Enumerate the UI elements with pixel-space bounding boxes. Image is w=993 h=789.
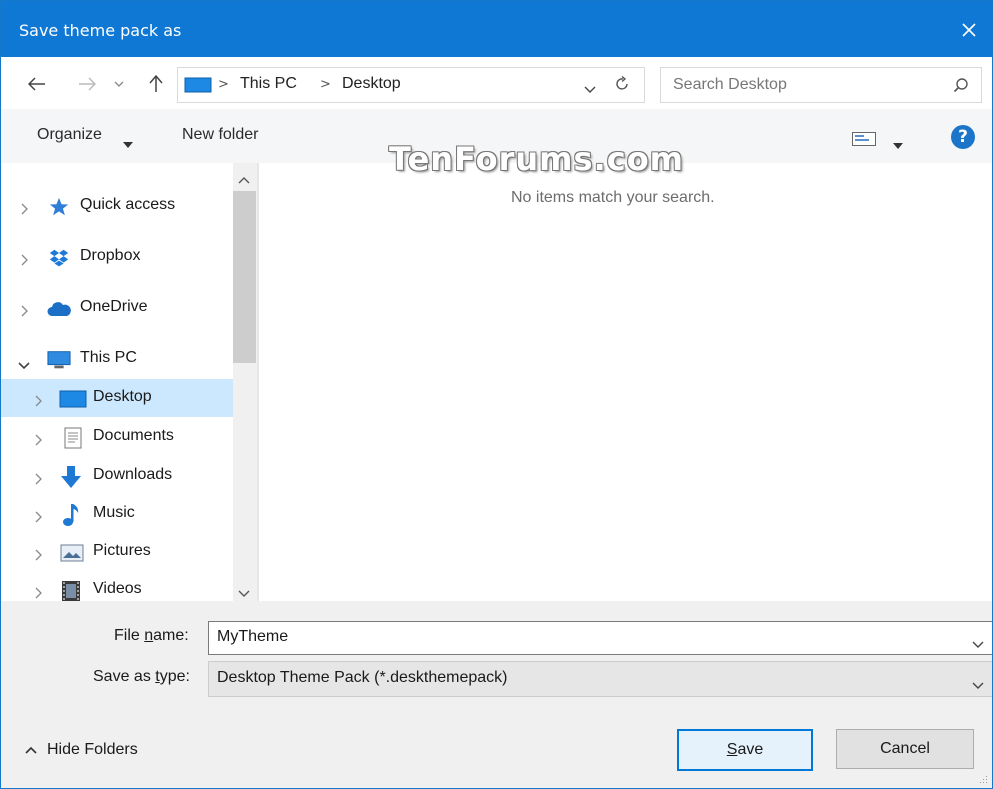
download-arrow-icon	[59, 465, 83, 489]
tree-item-dropbox[interactable]: Dropbox	[1, 238, 233, 276]
chevron-right-icon[interactable]	[35, 392, 43, 411]
chevron-down-icon[interactable]	[18, 355, 30, 374]
tree-item-downloads[interactable]: Downloads	[1, 457, 233, 495]
file-name-input[interactable]: MyTheme	[217, 628, 288, 646]
close-icon	[962, 23, 976, 37]
chevron-right-icon[interactable]	[35, 546, 43, 565]
file-name-label: File name:	[114, 627, 189, 644]
save-form: File name: MyTheme Save as type: Desktop…	[1, 601, 992, 788]
chevron-down-icon[interactable]	[972, 675, 984, 694]
chevron-up-icon	[25, 746, 37, 754]
computer-icon	[184, 77, 212, 93]
save-as-type-label: Save as type:	[93, 668, 190, 685]
close-button[interactable]	[946, 7, 992, 53]
view-options-icon[interactable]	[852, 131, 876, 150]
forward-button[interactable]	[75, 73, 99, 95]
breadcrumb-separator: >	[218, 77, 229, 92]
caret-down-icon[interactable]	[893, 134, 903, 153]
scroll-down-icon[interactable]	[238, 583, 250, 602]
tree-label: Music	[93, 504, 135, 521]
navigation-pane[interactable]: Quick access Dropbox OneDrive This PC De…	[1, 163, 233, 601]
dropbox-icon	[47, 246, 71, 270]
tree-label: Documents	[93, 427, 174, 444]
empty-message: No items match your search.	[511, 189, 715, 206]
save-dialog: Save theme pack as > This PC > Desktop S…	[0, 0, 993, 789]
breadcrumb-desktop[interactable]: Desktop	[342, 75, 401, 93]
tree-label: Videos	[93, 580, 142, 597]
scroll-up-icon[interactable]	[238, 169, 250, 188]
scrollbar-thumb[interactable]	[233, 191, 256, 363]
tree-item-this-pc[interactable]: This PC	[1, 340, 233, 378]
window-title: Save theme pack as	[19, 21, 182, 40]
hide-folders-button[interactable]: Hide Folders	[25, 741, 138, 759]
navigation-bar: > This PC > Desktop Search Desktop	[1, 57, 992, 109]
chevron-down-icon[interactable]	[972, 634, 984, 653]
up-arrow-icon	[149, 75, 163, 92]
refresh-button[interactable]	[614, 75, 630, 96]
breadcrumb-this-pc[interactable]: This PC	[240, 75, 297, 93]
tree-item-music[interactable]: Music	[1, 495, 233, 533]
caret-down-icon	[123, 133, 133, 152]
chevron-right-icon[interactable]	[21, 302, 29, 321]
chevron-down-icon	[114, 81, 124, 87]
chevron-right-icon[interactable]	[35, 508, 43, 527]
music-note-icon	[59, 503, 83, 527]
tree-item-onedrive[interactable]: OneDrive	[1, 289, 233, 327]
cancel-button[interactable]: Cancel	[836, 729, 974, 769]
tree-label: Dropbox	[80, 247, 141, 264]
title-bar: Save theme pack as	[1, 1, 992, 57]
chevron-right-icon[interactable]	[35, 431, 43, 450]
tree-label: Downloads	[93, 466, 173, 483]
save-button[interactable]: Save	[677, 729, 813, 771]
address-dropdown-button[interactable]	[584, 79, 596, 98]
file-list[interactable]: No items match your search.	[259, 163, 992, 601]
tree-label: This PC	[80, 349, 137, 366]
search-icon[interactable]	[953, 77, 969, 97]
tree-label: Quick access	[80, 196, 176, 213]
pictures-icon	[59, 541, 85, 565]
film-icon	[59, 579, 83, 603]
chevron-down-icon	[584, 86, 596, 93]
tree-label: OneDrive	[80, 298, 148, 315]
desktop-folder-icon	[59, 387, 87, 411]
tree-item-desktop[interactable]: Desktop	[1, 379, 233, 417]
save-as-type-select[interactable]: Desktop Theme Pack (*.deskthemepack)	[208, 661, 992, 697]
back-arrow-icon	[28, 77, 45, 91]
chevron-right-icon[interactable]	[21, 200, 29, 219]
new-folder-button[interactable]: New folder	[182, 126, 258, 144]
tree-item-quick-access[interactable]: Quick access	[1, 187, 233, 225]
recent-locations-button[interactable]	[111, 73, 127, 95]
documents-icon	[61, 426, 85, 450]
search-input[interactable]: Search Desktop	[673, 76, 787, 94]
file-name-field[interactable]: MyTheme	[208, 621, 992, 655]
watermark: TenForums.com	[389, 140, 685, 178]
tree-item-pictures[interactable]: Pictures	[1, 533, 233, 571]
refresh-icon	[616, 75, 628, 90]
chevron-right-icon[interactable]	[21, 251, 29, 270]
chevron-right-icon[interactable]	[35, 470, 43, 489]
tree-item-documents[interactable]: Documents	[1, 418, 233, 456]
nav-pane-scrollbar[interactable]	[233, 163, 257, 601]
breadcrumb-separator: >	[320, 77, 331, 92]
tree-label: Desktop	[93, 388, 152, 405]
search-box[interactable]: Search Desktop	[660, 67, 982, 103]
up-button[interactable]	[144, 73, 168, 95]
cloud-icon	[47, 297, 71, 321]
back-button[interactable]	[25, 73, 49, 95]
resize-grip-icon[interactable]	[978, 774, 988, 784]
help-icon[interactable]: ?	[951, 125, 975, 149]
forward-arrow-icon	[79, 77, 96, 91]
tree-label: Pictures	[93, 542, 151, 559]
save-as-type-value: Desktop Theme Pack (*.deskthemepack)	[217, 669, 508, 686]
organize-button[interactable]: Organize	[37, 126, 102, 144]
computer-icon	[47, 348, 71, 372]
address-bar[interactable]: > This PC > Desktop	[177, 67, 645, 103]
star-icon	[47, 195, 71, 219]
